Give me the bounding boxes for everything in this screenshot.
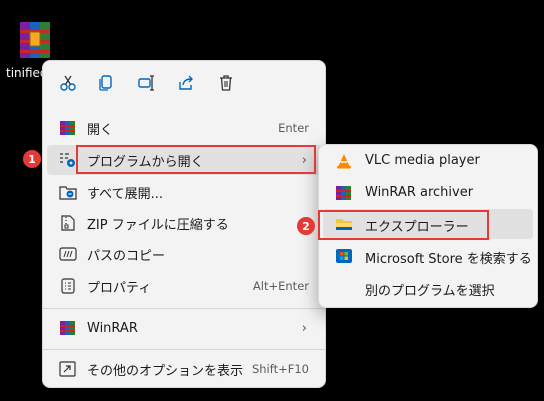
menu-item-label: その他のオプションを表示	[87, 363, 244, 379]
submenu-item-choose-other[interactable]: 別のプログラムを選択	[323, 273, 533, 303]
menu-item-label: ZIP ファイルに圧縮する	[87, 217, 229, 233]
submenu-item-label: VLC media player	[365, 153, 480, 168]
menu-item-open[interactable]: 開く Enter	[47, 113, 321, 143]
vlc-icon	[335, 153, 353, 169]
zip-icon	[59, 215, 77, 231]
winrar-icon	[59, 120, 77, 136]
winrar-icon	[335, 185, 353, 201]
submenu-item-store[interactable]: Microsoft Store を検索する	[323, 241, 533, 271]
step-badge-1: 1	[23, 150, 41, 168]
extract-icon	[59, 184, 77, 200]
menu-divider	[43, 349, 325, 350]
highlight-box-explorer	[318, 210, 489, 240]
submenu-item-label: WinRAR archiver	[365, 185, 474, 200]
menu-item-more-options[interactable]: その他のオプションを表示 Shift+F10	[47, 354, 321, 384]
shortcut-label: Enter	[278, 121, 309, 135]
menu-divider	[43, 308, 325, 309]
open-with-icon	[59, 152, 77, 168]
submenu-item-label: 別のプログラムを選択	[365, 284, 495, 299]
menu-item-winrar[interactable]: WinRAR ›	[47, 313, 321, 343]
delete-icon[interactable]	[213, 71, 239, 95]
file-label: tinified	[6, 66, 42, 80]
menu-item-label: プロパティ	[87, 280, 152, 296]
step-badge-2: 2	[297, 217, 315, 235]
microsoft-store-icon	[335, 248, 353, 264]
shortcut-label: Alt+Enter	[252, 279, 309, 293]
copy-icon[interactable]	[93, 71, 119, 95]
highlight-box-open-with	[76, 145, 316, 174]
context-menu: 開く Enter プログラムから開く › すべて展開... ZIP ファイルに圧…	[42, 60, 326, 388]
share-icon[interactable]	[173, 71, 199, 95]
menu-item-extract-all[interactable]: すべて展開...	[47, 177, 321, 207]
properties-icon	[59, 278, 77, 294]
shortcut-label: Shift+F10	[251, 362, 309, 376]
rename-icon[interactable]	[133, 71, 159, 95]
menu-item-label: 開く	[87, 122, 114, 138]
menu-item-label: WinRAR	[87, 320, 138, 336]
menu-item-label: パスのコピー	[87, 248, 166, 264]
menu-item-copy-path[interactable]: パスのコピー	[47, 239, 321, 269]
menu-item-properties[interactable]: プロパティ Alt+Enter	[47, 271, 321, 301]
submenu-item-winrar[interactable]: WinRAR archiver	[323, 178, 533, 208]
more-options-icon	[59, 361, 77, 377]
submenu-item-label: Microsoft Store を検索する	[365, 252, 532, 267]
winrar-file-icon[interactable]	[14, 18, 58, 62]
winrar-icon	[59, 320, 77, 336]
chevron-right-icon: ›	[301, 320, 307, 336]
menu-item-label: すべて展開...	[87, 186, 163, 202]
menu-item-compress-zip[interactable]: ZIP ファイルに圧縮する	[47, 208, 321, 238]
context-toolbar	[43, 61, 325, 105]
cut-icon[interactable]	[55, 71, 81, 95]
copy-path-icon	[59, 246, 77, 262]
submenu-item-vlc[interactable]: VLC media player	[323, 146, 533, 176]
